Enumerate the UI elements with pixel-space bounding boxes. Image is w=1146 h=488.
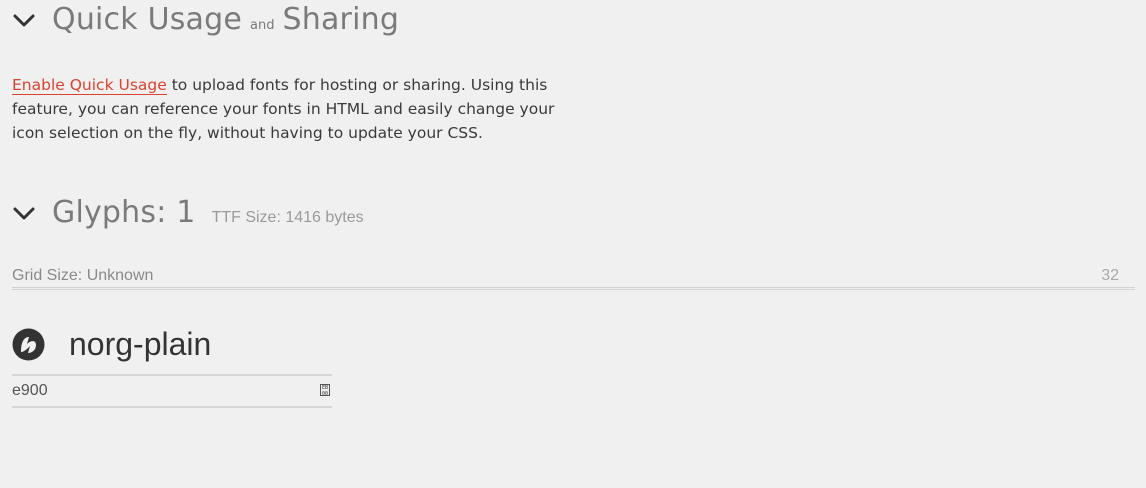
glyph-name: norg-plain [69, 326, 212, 362]
quick-usage-title-connector: and [250, 18, 275, 33]
grid-size-value: 32 [1101, 267, 1119, 284]
glyphs-header[interactable]: Glyphs: 1 TTF Size: 1416 bytes [12, 195, 364, 230]
enable-quick-usage-link[interactable]: Enable Quick Usage [12, 76, 167, 95]
glyphs-count-title: Glyphs: 1 [52, 195, 196, 230]
chevron-down-icon[interactable] [12, 12, 36, 28]
page: Quick Usage and Sharing Enable Quick Usa… [0, 0, 1146, 488]
glyph-code-input[interactable] [12, 382, 302, 400]
quick-usage-description: Enable Quick Usage to upload fonts for h… [12, 73, 582, 145]
ttf-size-label: TTF Size: 1416 bytes [211, 209, 364, 226]
hex-code-icon[interactable]: EB 00 [320, 384, 330, 397]
sharing-title: Sharing [282, 2, 400, 37]
grid-size-row: Grid Size: Unknown 32 [12, 265, 1135, 290]
grid-size-label: Grid Size: Unknown [12, 267, 154, 284]
chevron-down-icon[interactable] [12, 205, 36, 221]
quick-usage-title: Quick Usage [52, 2, 243, 37]
glyph-code-row: EB00 [12, 374, 332, 408]
norg-logo-icon[interactable] [12, 328, 45, 361]
quick-usage-header[interactable]: Quick Usage and Sharing [12, 2, 399, 37]
